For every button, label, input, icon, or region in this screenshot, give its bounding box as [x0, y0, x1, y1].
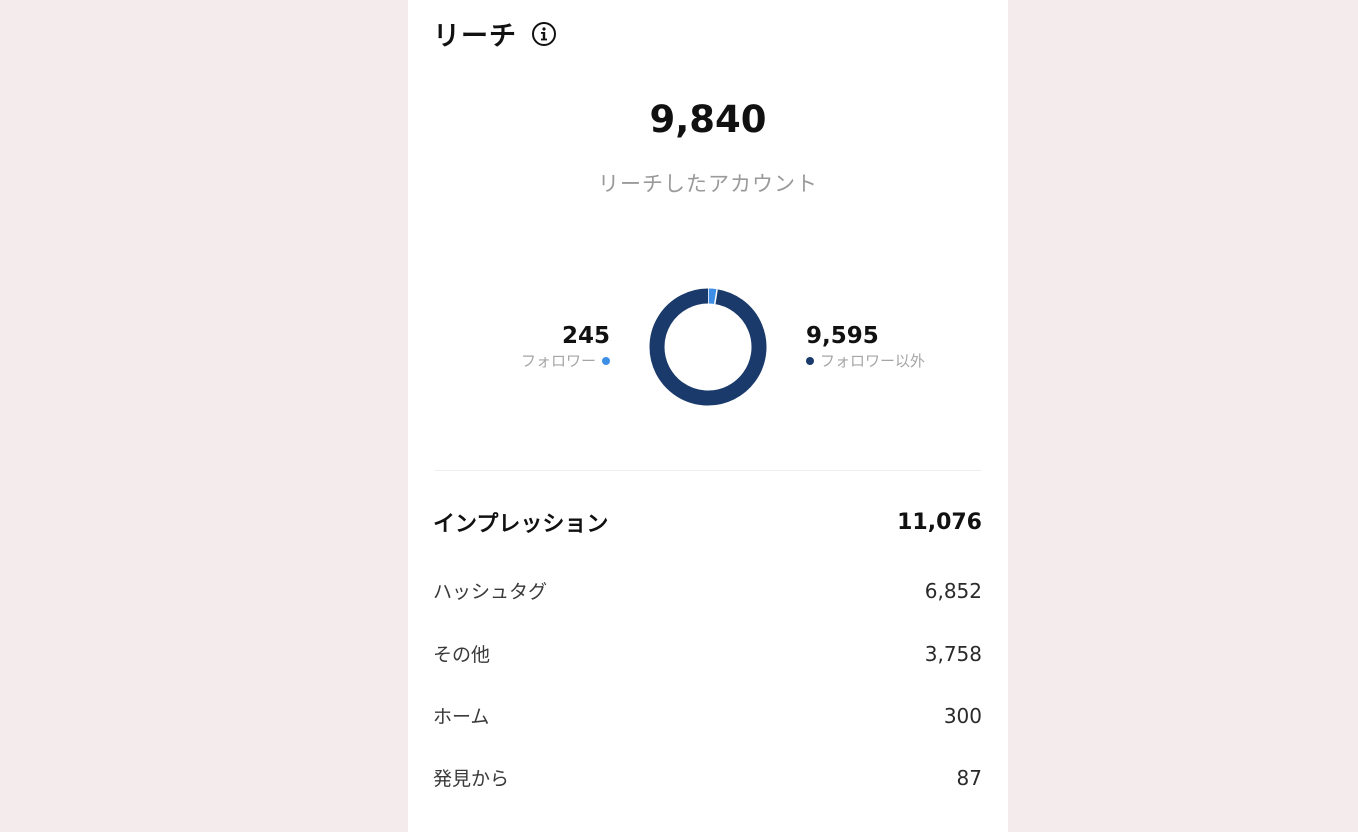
impressions-label: インプレッション	[433, 512, 609, 537]
non-followers-label: フォロワー以外	[820, 352, 926, 370]
source-label: 発見から	[433, 768, 510, 790]
followers-dot-icon	[602, 357, 610, 365]
source-label: その他	[433, 644, 491, 666]
source-row-other: その他 3,758	[433, 640, 982, 667]
reach-total-value: 9,840	[649, 98, 767, 141]
donut-svg	[649, 288, 767, 406]
source-row-home: ホーム 300	[433, 702, 982, 729]
source-value: 3,758	[924, 641, 982, 666]
source-row-hashtag: ハッシュタグ 6,852	[433, 577, 982, 604]
section-divider	[435, 470, 981, 471]
info-icon[interactable]	[531, 21, 557, 47]
source-value: 6,852	[924, 578, 982, 603]
legend-followers: 245 フォロワー	[521, 322, 610, 372]
non-followers-dot-icon	[806, 357, 814, 365]
source-label: ホーム	[433, 706, 490, 728]
donut-slice-followers	[707, 288, 718, 305]
impressions-row: インプレッション 11,076	[433, 506, 982, 538]
followers-label: フォロワー	[520, 352, 596, 370]
reach-donut-chart	[648, 287, 768, 407]
source-label: ハッシュタグ	[433, 581, 548, 603]
reach-title: リーチ	[433, 21, 517, 52]
source-value: 300	[943, 703, 982, 728]
legend-non-followers: 9,595 フォロワー以外	[806, 322, 925, 372]
impressions-value: 11,076	[897, 509, 982, 535]
donut-slice-non-followers	[649, 288, 767, 406]
source-row-explore: 発見から 87	[433, 764, 982, 791]
reach-header: リーチ	[433, 14, 557, 53]
source-value: 87	[956, 765, 982, 790]
reach-total-label: リーチしたアカウント	[598, 172, 818, 196]
followers-value: 245	[561, 323, 610, 349]
non-followers-value: 9,595	[806, 323, 879, 349]
reach-insights-panel: リーチ 9,840 リーチしたアカウント 245 フォロワー 9,595 フォロ…	[408, 0, 1008, 832]
